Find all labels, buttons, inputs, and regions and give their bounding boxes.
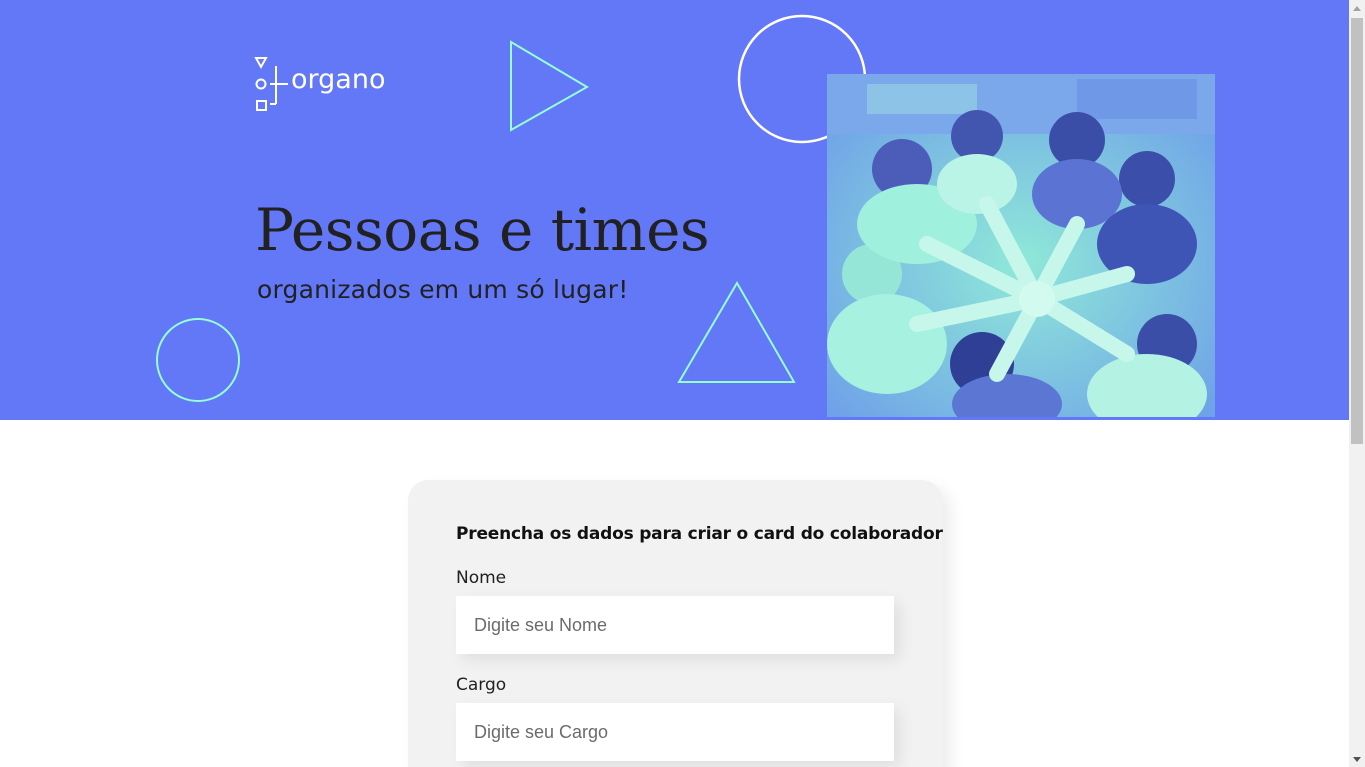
role-field-label: Cargo [456,675,507,695]
logo-mark-icon [254,57,288,111]
name-field-label: Nome [456,568,507,588]
hero-banner: organo Pessoas e times organizados em um… [0,0,1349,420]
role-input[interactable] [456,703,894,761]
triangle-outline-icon [510,40,589,132]
collaborator-form: Preencha os dados para criar o card do c… [408,480,943,767]
scroll-down-arrow-icon[interactable] [1349,751,1365,767]
hero-headline: Pessoas e times [255,196,710,264]
name-input[interactable] [456,596,894,654]
scrollbar-thumb[interactable] [1351,18,1363,444]
circle-outline-icon [156,318,240,402]
team-hands-photo [827,74,1215,417]
organo-logo: organo [254,56,404,112]
triangle-outline-icon [677,281,796,383]
logo-text: organo [291,64,386,95]
page-scrollbar[interactable] [1349,0,1365,767]
hero-subheadline: organizados em um só lugar! [257,275,629,304]
scroll-up-arrow-icon[interactable] [1349,0,1365,16]
form-title: Preencha os dados para criar o card do c… [456,524,943,544]
